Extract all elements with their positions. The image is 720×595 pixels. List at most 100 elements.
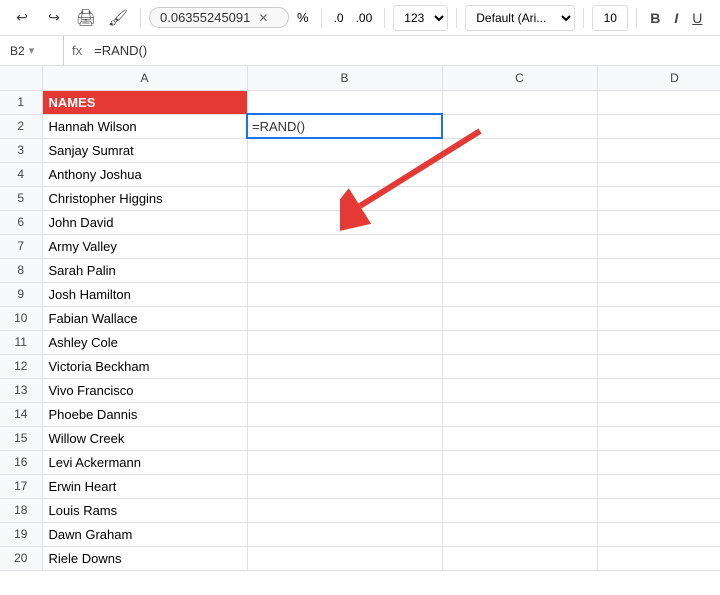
redo-button[interactable]: ↪ (40, 4, 68, 32)
cell-a5[interactable]: Christopher Higgins (42, 186, 247, 210)
cell-a9[interactable]: Josh Hamilton (42, 282, 247, 306)
cell-b10[interactable] (247, 306, 442, 330)
cell-c7[interactable] (442, 234, 597, 258)
cell-d18[interactable] (597, 498, 720, 522)
cell-b7[interactable] (247, 234, 442, 258)
cell-d13[interactable] (597, 378, 720, 402)
cell-c3[interactable] (442, 138, 597, 162)
cell-b15[interactable] (247, 426, 442, 450)
cell-a11[interactable]: Ashley Cole (42, 330, 247, 354)
formula-pill-close[interactable]: ✕ (258, 11, 268, 25)
cell-d12[interactable] (597, 354, 720, 378)
cell-a4[interactable]: Anthony Joshua (42, 162, 247, 186)
cell-d2[interactable] (597, 114, 720, 138)
cell-a15[interactable]: Willow Creek (42, 426, 247, 450)
cell-a18[interactable]: Louis Rams (42, 498, 247, 522)
cell-a3[interactable]: Sanjay Sumrat (42, 138, 247, 162)
format1-label[interactable]: .0 (330, 11, 348, 25)
cell-b4[interactable] (247, 162, 442, 186)
cell-a6[interactable]: John David (42, 210, 247, 234)
cell-d17[interactable] (597, 474, 720, 498)
col-header-d[interactable]: D (597, 66, 720, 90)
cell-a19[interactable]: Dawn Graham (42, 522, 247, 546)
undo-button[interactable]: ↩ (8, 4, 36, 32)
cell-c4[interactable] (442, 162, 597, 186)
cell-d14[interactable] (597, 402, 720, 426)
cell-b11[interactable] (247, 330, 442, 354)
cell-d1[interactable] (597, 90, 720, 114)
cell-b6[interactable] (247, 210, 442, 234)
cell-c18[interactable] (442, 498, 597, 522)
cell-b14[interactable] (247, 402, 442, 426)
cell-a16[interactable]: Levi Ackermann (42, 450, 247, 474)
cell-c20[interactable] (442, 546, 597, 570)
cell-b19[interactable] (247, 522, 442, 546)
cell-a13[interactable]: Vivo Francisco (42, 378, 247, 402)
cell-a1[interactable]: NAMES (42, 90, 247, 114)
bold-button[interactable]: B (645, 8, 665, 28)
formula-pill[interactable]: 0.06355245091 ✕ (149, 7, 289, 28)
cell-a12[interactable]: Victoria Beckham (42, 354, 247, 378)
cell-a20[interactable]: Riele Downs (42, 546, 247, 570)
cell-b18[interactable] (247, 498, 442, 522)
cell-b17[interactable] (247, 474, 442, 498)
cell-b16[interactable] (247, 450, 442, 474)
cell-d16[interactable] (597, 450, 720, 474)
cell-a7[interactable]: Army Valley (42, 234, 247, 258)
cell-c14[interactable] (442, 402, 597, 426)
format2-label[interactable]: .00 (352, 11, 377, 25)
cell-b1[interactable] (247, 90, 442, 114)
cell-d8[interactable] (597, 258, 720, 282)
cell-c17[interactable] (442, 474, 597, 498)
number-format-select[interactable]: 123 (393, 5, 448, 31)
cell-c19[interactable] (442, 522, 597, 546)
cell-d11[interactable] (597, 330, 720, 354)
cell-d15[interactable] (597, 426, 720, 450)
cell-d7[interactable] (597, 234, 720, 258)
font-size-input[interactable] (592, 5, 628, 31)
cell-b5[interactable] (247, 186, 442, 210)
cell-a14[interactable]: Phoebe Dannis (42, 402, 247, 426)
cell-a17[interactable]: Erwin Heart (42, 474, 247, 498)
paint-format-button[interactable]: 🖌 (104, 4, 132, 32)
cell-d6[interactable] (597, 210, 720, 234)
col-header-a[interactable]: A (42, 66, 247, 90)
italic-button[interactable]: I (669, 8, 683, 28)
print-button[interactable]: 🖨 (72, 4, 100, 32)
cell-b2[interactable]: =RAND() (247, 114, 442, 138)
col-header-c[interactable]: C (442, 66, 597, 90)
cell-c16[interactable] (442, 450, 597, 474)
cell-a2[interactable]: Hannah Wilson (42, 114, 247, 138)
cell-a8[interactable]: Sarah Palin (42, 258, 247, 282)
col-header-b[interactable]: B (247, 66, 442, 90)
cell-b8[interactable] (247, 258, 442, 282)
cell-b3[interactable] (247, 138, 442, 162)
cell-c1[interactable] (442, 90, 597, 114)
cell-d4[interactable] (597, 162, 720, 186)
formula-display[interactable]: =RAND() (90, 43, 716, 58)
cell-b20[interactable] (247, 546, 442, 570)
cell-d9[interactable] (597, 282, 720, 306)
cell-c2[interactable] (442, 114, 597, 138)
cell-b12[interactable] (247, 354, 442, 378)
cell-c12[interactable] (442, 354, 597, 378)
cell-d5[interactable] (597, 186, 720, 210)
cell-reference-box[interactable]: B2 ▾ (4, 36, 64, 65)
underline-button[interactable]: U (687, 8, 707, 28)
cell-c13[interactable] (442, 378, 597, 402)
cell-d10[interactable] (597, 306, 720, 330)
cell-c8[interactable] (442, 258, 597, 282)
cell-c9[interactable] (442, 282, 597, 306)
cell-a10[interactable]: Fabian Wallace (42, 306, 247, 330)
cell-b9[interactable] (247, 282, 442, 306)
cell-c11[interactable] (442, 330, 597, 354)
cell-b13[interactable] (247, 378, 442, 402)
cell-d20[interactable] (597, 546, 720, 570)
font-family-select[interactable]: Default (Ari... (465, 5, 575, 31)
cell-d19[interactable] (597, 522, 720, 546)
cell-c5[interactable] (442, 186, 597, 210)
cell-c6[interactable] (442, 210, 597, 234)
cell-c10[interactable] (442, 306, 597, 330)
cell-d3[interactable] (597, 138, 720, 162)
cell-c15[interactable] (442, 426, 597, 450)
